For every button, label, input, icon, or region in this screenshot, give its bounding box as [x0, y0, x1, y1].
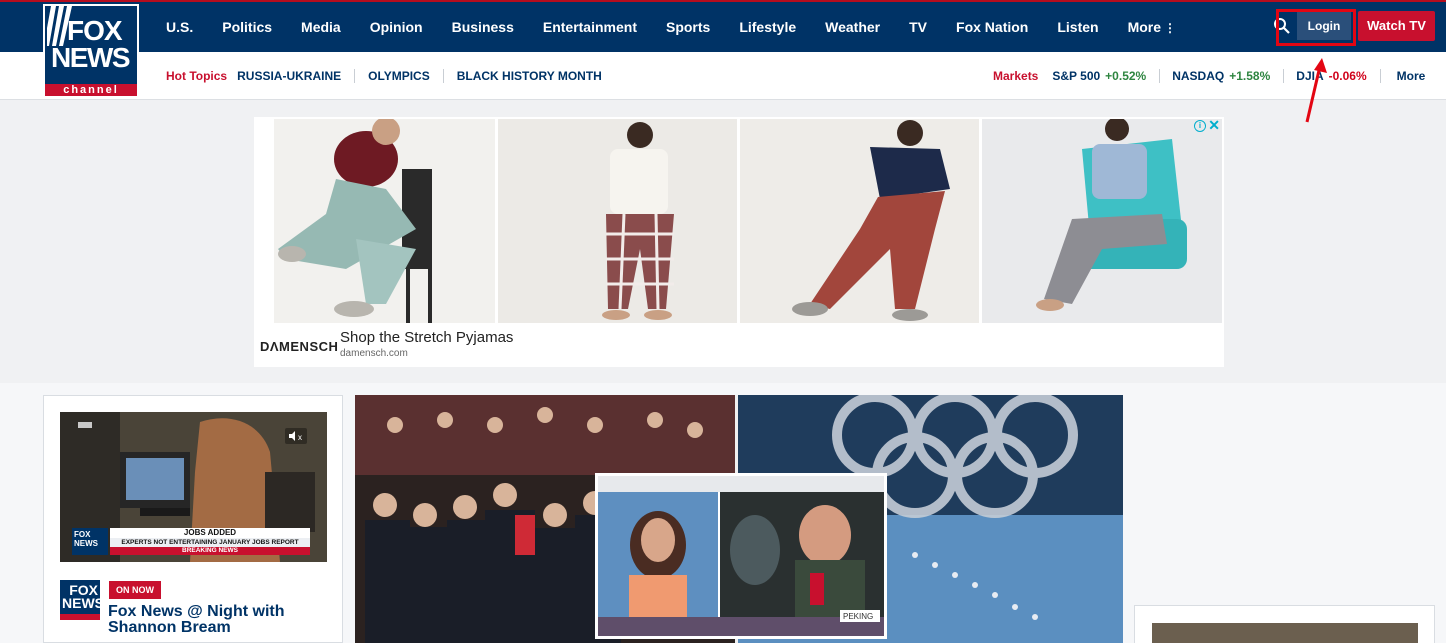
chyron-subheadline: EXPERTS NOT ENTERTAINING JANUARY JOBS RE… [110, 538, 310, 547]
close-icon[interactable]: ✕ [1208, 118, 1220, 132]
login-button[interactable]: Login [1297, 12, 1351, 40]
live-video-card: x FOX NEWS JOBS ADDED EXPERTS NOT ENTERTA… [43, 395, 343, 643]
hot-topic-black-history-month[interactable]: BLACK HISTORY MONTH [442, 69, 615, 83]
info-icon[interactable]: i [1194, 120, 1206, 132]
small-logo-stripe [60, 614, 100, 620]
markets-label[interactable]: Markets [993, 69, 1038, 83]
hot-topic-russia-ukraine[interactable]: RUSSIA-UKRAINE [237, 69, 354, 83]
fox-news-chyron-logo: FOX NEWS [72, 528, 108, 555]
inset-label: PEKING [843, 612, 873, 621]
show-title[interactable]: Fox News @ Night with Shannon Bream [108, 604, 338, 636]
main-nav: U.S. Politics Media Opinion Business Ent… [166, 2, 1205, 52]
logo-news-text: NEWS [51, 42, 131, 73]
market-nasdaq[interactable]: NASDAQ +1.58% [1172, 69, 1285, 83]
hot-topics: Hot Topics RUSSIA-UKRAINE OLYMPICS BLACK… [166, 52, 615, 100]
nav-item-opinion[interactable]: Opinion [370, 19, 423, 35]
video-player[interactable]: x FOX NEWS JOBS ADDED EXPERTS NOT ENTERTA… [60, 412, 327, 562]
nav-item-lifestyle[interactable]: Lifestyle [739, 19, 796, 35]
ad-image-3[interactable] [740, 119, 979, 323]
hero-image[interactable]: PEKING [355, 395, 1123, 643]
ad-image-2[interactable] [498, 119, 737, 323]
on-now-badge: ON NOW [109, 581, 161, 599]
nav-item-politics[interactable]: Politics [222, 19, 272, 35]
annotation-arrow-icon [1305, 58, 1327, 123]
right-story-thumbnail[interactable] [1152, 623, 1418, 643]
top-nav-bar: U.S. Politics Media Opinion Business Ent… [0, 0, 1446, 52]
fox-news-logo[interactable]: FOX NEWS channel [43, 4, 139, 98]
ad-title[interactable]: Shop the Stretch Pyjamas [340, 329, 513, 346]
nav-item-entertainment[interactable]: Entertainment [543, 19, 637, 35]
nav-item-media[interactable]: Media [301, 19, 341, 35]
sub-nav-bar: Hot Topics RUSSIA-UKRAINE OLYMPICS BLACK… [0, 52, 1446, 100]
ad-image-4[interactable] [982, 119, 1222, 323]
market-name: S&P 500 [1052, 69, 1101, 83]
market-change: +1.58% [1229, 69, 1271, 83]
svg-text:x: x [298, 433, 302, 442]
search-icon[interactable] [1273, 17, 1291, 35]
market-sp500[interactable]: S&P 500 +0.52% [1052, 69, 1161, 83]
market-name: NASDAQ [1172, 69, 1225, 83]
nav-item-tv[interactable]: TV [909, 19, 927, 35]
advertisement-banner[interactable]: i ✕ DΛMENSCH Shop the Stretch Pyjamas da… [254, 117, 1224, 367]
hero-image-graphic: PEKING [355, 395, 1123, 643]
nav-item-more[interactable]: More ⋮ [1128, 19, 1176, 35]
hot-topics-label: Hot Topics [166, 69, 228, 83]
ad-image-1[interactable] [256, 119, 495, 323]
nav-item-sports[interactable]: Sports [666, 19, 710, 35]
video-chyron: FOX NEWS JOBS ADDED EXPERTS NOT ENTERTAIN… [70, 528, 315, 556]
nav-item-us[interactable]: U.S. [166, 19, 193, 35]
nav-item-weather[interactable]: Weather [825, 19, 880, 35]
chyron-headline: JOBS ADDED [110, 528, 310, 538]
hot-topic-olympics[interactable]: OLYMPICS [354, 69, 443, 83]
ad-url: damensch.com [340, 348, 408, 359]
vertical-ellipsis-icon: ⋮ [1164, 21, 1177, 35]
nav-item-listen[interactable]: Listen [1057, 19, 1098, 35]
chyron-breaking: BREAKING NEWS [110, 547, 310, 555]
fox-news-small-logo: FOX NEWS [60, 580, 104, 620]
mute-icon[interactable]: x [285, 428, 307, 444]
right-story-card[interactable] [1134, 605, 1435, 643]
nav-more-label: More [1127, 19, 1162, 35]
market-change: -0.06% [1328, 69, 1367, 83]
nav-item-fox-nation[interactable]: Fox Nation [956, 19, 1028, 35]
markets-ticker: Markets S&P 500 +0.52% NASDAQ +1.58% DJIA -… [993, 52, 1425, 100]
logo-panel: FOX NEWS [45, 6, 137, 84]
ad-brand-logo: DΛMENSCH [260, 339, 339, 354]
watch-tv-button[interactable]: Watch TV [1358, 11, 1435, 41]
markets-more-link[interactable]: More [1397, 69, 1426, 83]
market-change: +0.52% [1105, 69, 1147, 83]
logo-fox-text: FOX [67, 15, 123, 46]
logo-channel-text: channel [45, 84, 137, 96]
nav-item-business[interactable]: Business [452, 19, 514, 35]
